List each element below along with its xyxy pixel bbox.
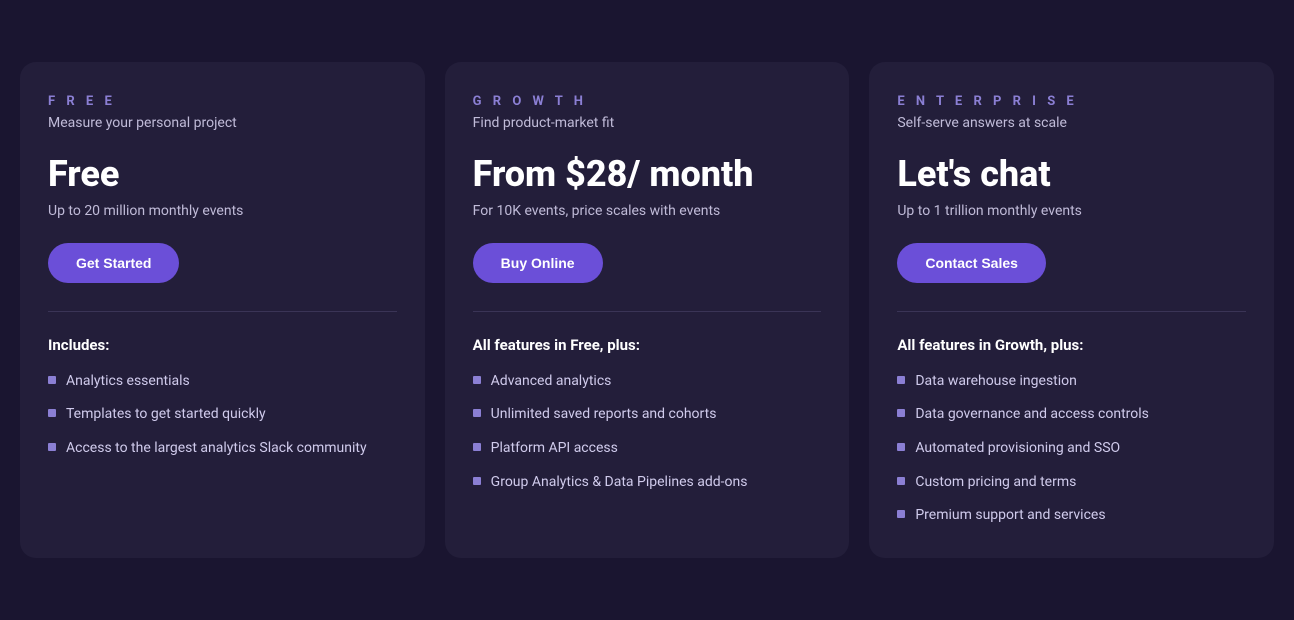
plan-tagline-free: Measure your personal project xyxy=(48,115,397,131)
divider-free xyxy=(48,311,397,312)
feature-text: Access to the largest analytics Slack co… xyxy=(66,439,367,459)
pricing-card-free: F R E E Measure your personal project Fr… xyxy=(20,62,425,558)
plan-tagline-enterprise: Self-serve answers at scale xyxy=(897,115,1246,131)
feature-text: Custom pricing and terms xyxy=(915,473,1076,493)
plan-label-enterprise: E N T E R P R I S E xyxy=(897,94,1246,109)
bullet-icon xyxy=(897,443,905,451)
feature-text: Data warehouse ingestion xyxy=(915,372,1077,392)
plan-tagline-growth: Find product-market fit xyxy=(473,115,822,131)
plan-price-note-free: Up to 20 million monthly events xyxy=(48,203,397,219)
plan-label-free: F R E E xyxy=(48,94,397,109)
plan-button-enterprise[interactable]: Contact Sales xyxy=(897,243,1046,283)
feature-text: Automated provisioning and SSO xyxy=(915,439,1120,459)
feature-item: Automated provisioning and SSO xyxy=(897,439,1246,459)
plan-price-enterprise: Let's chat xyxy=(897,155,1246,195)
bullet-icon xyxy=(473,376,481,384)
plan-price-note-growth: For 10K events, price scales with events xyxy=(473,203,822,219)
feature-text: Group Analytics & Data Pipelines add-ons xyxy=(491,473,748,493)
feature-item: Data governance and access controls xyxy=(897,405,1246,425)
plan-price-free: Free xyxy=(48,155,397,195)
divider-growth xyxy=(473,311,822,312)
features-list-free: Analytics essentials Templates to get st… xyxy=(48,372,397,459)
feature-text: Advanced analytics xyxy=(491,372,612,392)
bullet-icon xyxy=(473,409,481,417)
bullet-icon xyxy=(473,477,481,485)
plan-price-growth: From $28/ month xyxy=(473,155,822,195)
plan-label-growth: G R O W T H xyxy=(473,94,822,109)
feature-item: Platform API access xyxy=(473,439,822,459)
bullet-icon xyxy=(48,443,56,451)
pricing-container: F R E E Measure your personal project Fr… xyxy=(20,62,1274,558)
bullet-icon xyxy=(897,477,905,485)
pricing-card-growth: G R O W T H Find product-market fit From… xyxy=(445,62,850,558)
divider-enterprise xyxy=(897,311,1246,312)
bullet-icon xyxy=(897,409,905,417)
feature-text: Premium support and services xyxy=(915,506,1105,526)
feature-item: Analytics essentials xyxy=(48,372,397,392)
features-heading-free: Includes: xyxy=(48,336,397,354)
feature-item: Unlimited saved reports and cohorts xyxy=(473,405,822,425)
features-heading-growth: All features in Free, plus: xyxy=(473,336,822,354)
feature-text: Data governance and access controls xyxy=(915,405,1149,425)
feature-item: Premium support and services xyxy=(897,506,1246,526)
feature-text: Analytics essentials xyxy=(66,372,190,392)
bullet-icon xyxy=(897,376,905,384)
bullet-icon xyxy=(48,376,56,384)
plan-price-note-enterprise: Up to 1 trillion monthly events xyxy=(897,203,1246,219)
feature-text: Platform API access xyxy=(491,439,618,459)
feature-text: Templates to get started quickly xyxy=(66,405,266,425)
feature-item: Group Analytics & Data Pipelines add-ons xyxy=(473,473,822,493)
bullet-icon xyxy=(48,409,56,417)
feature-item: Templates to get started quickly xyxy=(48,405,397,425)
pricing-card-enterprise: E N T E R P R I S E Self-serve answers a… xyxy=(869,62,1274,558)
features-heading-enterprise: All features in Growth, plus: xyxy=(897,336,1246,354)
features-list-growth: Advanced analytics Unlimited saved repor… xyxy=(473,372,822,492)
feature-item: Custom pricing and terms xyxy=(897,473,1246,493)
feature-item: Advanced analytics xyxy=(473,372,822,392)
feature-item: Data warehouse ingestion xyxy=(897,372,1246,392)
bullet-icon xyxy=(473,443,481,451)
plan-button-free[interactable]: Get Started xyxy=(48,243,179,283)
feature-text: Unlimited saved reports and cohorts xyxy=(491,405,717,425)
plan-button-growth[interactable]: Buy Online xyxy=(473,243,603,283)
feature-item: Access to the largest analytics Slack co… xyxy=(48,439,397,459)
bullet-icon xyxy=(897,510,905,518)
features-list-enterprise: Data warehouse ingestion Data governance… xyxy=(897,372,1246,526)
